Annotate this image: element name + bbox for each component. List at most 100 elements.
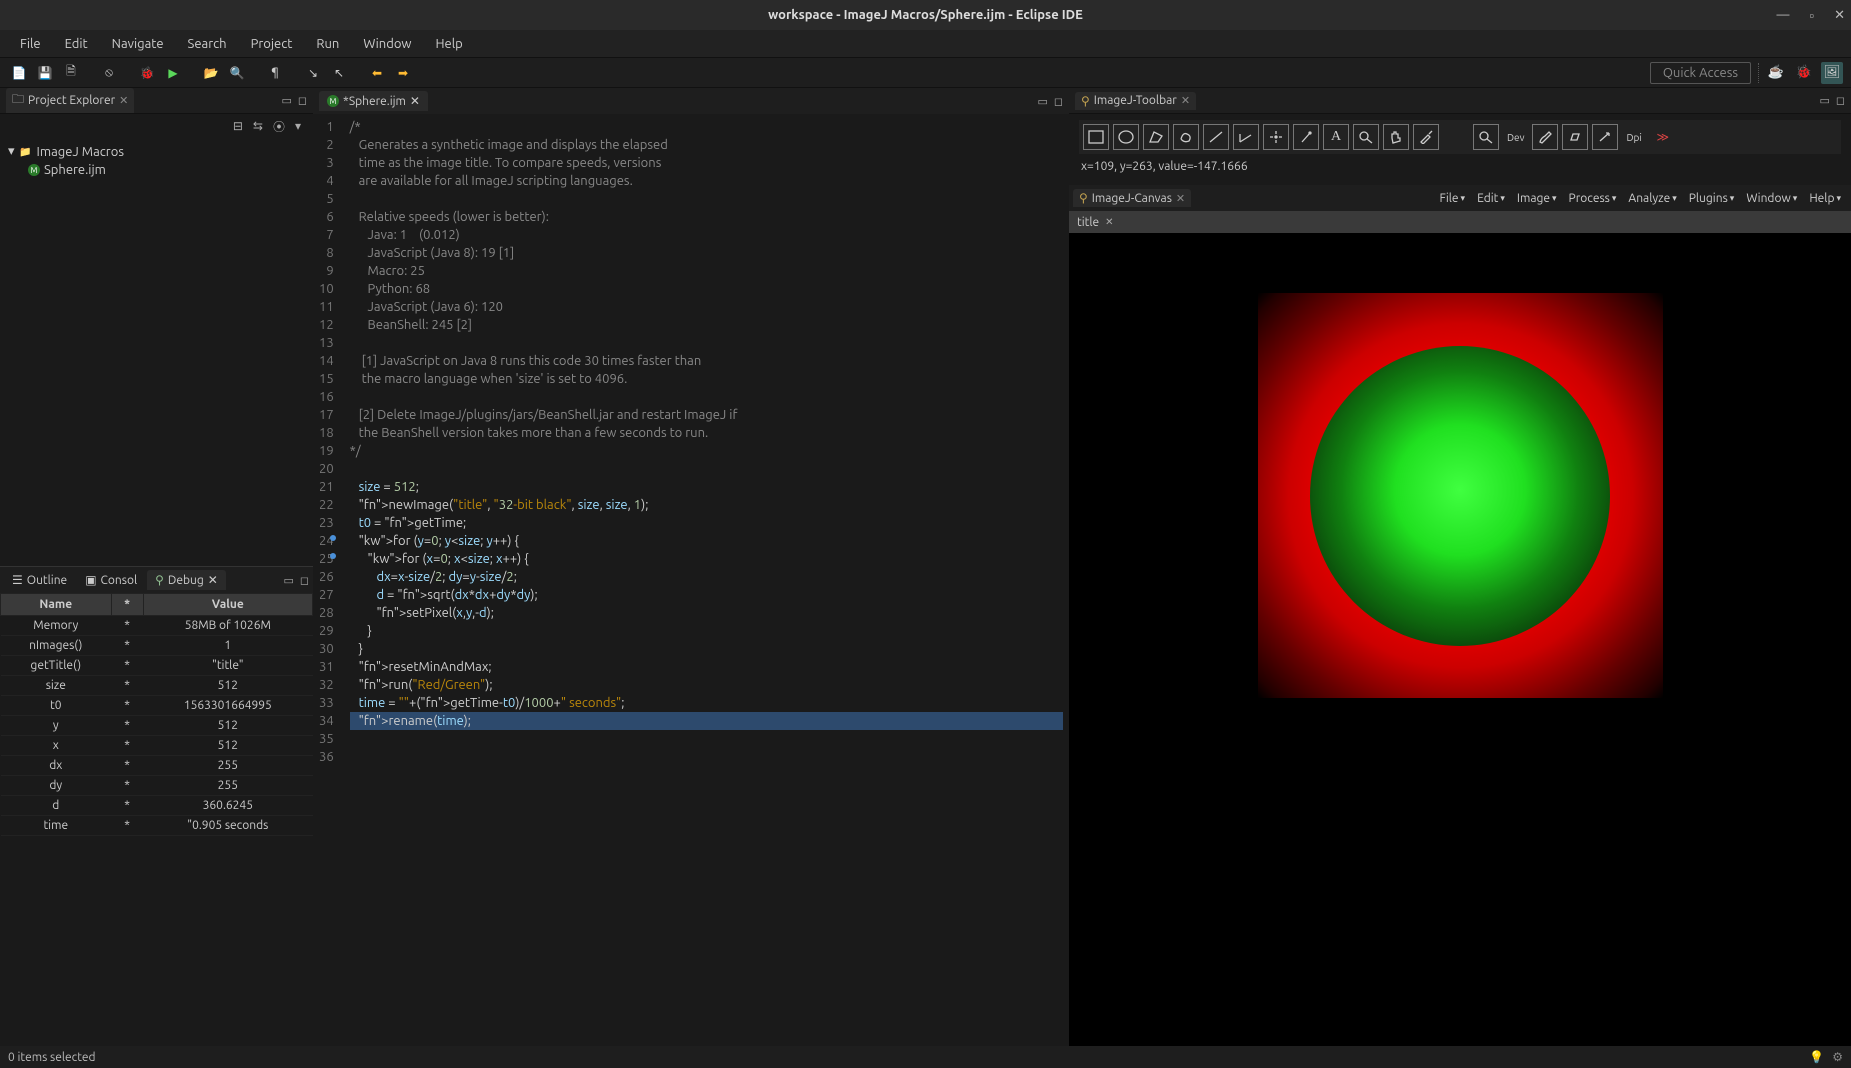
- menu-window[interactable]: Window: [351, 33, 423, 55]
- maximize-view-icon[interactable]: ◻: [1836, 94, 1845, 107]
- polygon-select-tool[interactable]: [1143, 124, 1169, 150]
- table-row[interactable]: y*512: [1, 716, 313, 736]
- brush-tool[interactable]: [1532, 124, 1558, 150]
- perspective-debug[interactable]: 🐞: [1793, 62, 1815, 84]
- maximize-view-icon[interactable]: ◻: [298, 94, 307, 107]
- tree-node-root[interactable]: ▾ 📁 ImageJ Macros: [8, 142, 305, 161]
- toggle-mark-button[interactable]: ¶: [264, 62, 286, 84]
- perspective-java[interactable]: ☕: [1765, 62, 1787, 84]
- forward-button[interactable]: ➡: [392, 62, 414, 84]
- tree-node-file[interactable]: M Sphere.ijm: [8, 161, 305, 179]
- zoom-tool[interactable]: [1353, 124, 1379, 150]
- search-button[interactable]: 🔍: [226, 62, 248, 84]
- focus-icon[interactable]: ⦿: [273, 118, 285, 135]
- table-row[interactable]: d*360.6245: [1, 796, 313, 816]
- table-row[interactable]: dy*255: [1, 776, 313, 796]
- new-button[interactable]: 📄: [8, 62, 30, 84]
- ij-menu-analyze[interactable]: Analyze▾: [1622, 189, 1682, 208]
- ij-menu-process[interactable]: Process▾: [1563, 189, 1623, 208]
- table-row[interactable]: size*512: [1, 676, 313, 696]
- table-row[interactable]: Memory*58MB of 1026M: [1, 616, 313, 636]
- close-icon[interactable]: ✕: [1181, 94, 1190, 107]
- menu-help[interactable]: Help: [424, 33, 475, 55]
- minimize-view-icon[interactable]: ▭: [1037, 95, 1047, 108]
- maximize-button[interactable]: ▫: [1809, 8, 1814, 23]
- line-tool[interactable]: [1203, 124, 1229, 150]
- point-tool[interactable]: [1263, 124, 1289, 150]
- editor-tab-sphere[interactable]: M *Sphere.ijm ✕: [319, 91, 428, 111]
- close-button[interactable]: ✕: [1834, 8, 1845, 23]
- col-value[interactable]: Value: [143, 594, 312, 616]
- minimize-view-icon[interactable]: ▭: [281, 94, 291, 107]
- close-icon[interactable]: ✕: [410, 94, 420, 108]
- close-icon[interactable]: ✕: [119, 94, 128, 107]
- minimize-view-icon[interactable]: ▭: [283, 574, 293, 587]
- rect-select-tool[interactable]: [1083, 124, 1109, 150]
- open-type-button[interactable]: 📂: [200, 62, 222, 84]
- image-canvas[interactable]: [1069, 233, 1851, 1046]
- build-icon[interactable]: ⚙: [1832, 1050, 1843, 1064]
- ij-menu-file[interactable]: File▾: [1434, 189, 1472, 208]
- view-menu-icon[interactable]: ▾: [295, 119, 301, 133]
- menu-run[interactable]: Run: [304, 33, 351, 55]
- prev-annotation-button[interactable]: ↖: [328, 62, 350, 84]
- back-button[interactable]: ⬅: [366, 62, 388, 84]
- tip-icon[interactable]: 💡: [1809, 1050, 1824, 1064]
- ij-menu-image[interactable]: Image▾: [1511, 189, 1563, 208]
- oval-select-tool[interactable]: [1113, 124, 1139, 150]
- tab-debug[interactable]: ⚲Debug✕: [147, 570, 226, 590]
- more-tools[interactable]: ≫: [1650, 124, 1676, 150]
- skip-breakpoints-button[interactable]: ⦸: [98, 62, 120, 84]
- code-area[interactable]: /* Generates a synthetic image and displ…: [344, 114, 1069, 1046]
- collapse-all-icon[interactable]: ⊟: [233, 119, 243, 133]
- table-row[interactable]: getTitle()*"title": [1, 656, 313, 676]
- save-all-button[interactable]: 🗎: [60, 62, 82, 84]
- debug-button[interactable]: 🐞: [136, 62, 158, 84]
- wand-tool[interactable]: [1293, 124, 1319, 150]
- close-icon[interactable]: ✕: [208, 573, 218, 587]
- link-editor-icon[interactable]: ⇆: [253, 119, 263, 133]
- tab-console[interactable]: ▣Consol: [77, 570, 145, 590]
- save-button[interactable]: 💾: [34, 62, 56, 84]
- ij-menu-window[interactable]: Window▾: [1740, 189, 1803, 208]
- flood-tool[interactable]: [1562, 124, 1588, 150]
- ij-menu-help[interactable]: Help▾: [1803, 189, 1847, 208]
- table-row[interactable]: nImages()*1: [1, 636, 313, 656]
- dpi-tool[interactable]: Dpi: [1622, 124, 1645, 150]
- menu-navigate[interactable]: Navigate: [100, 33, 176, 55]
- text-tool[interactable]: A: [1323, 124, 1349, 150]
- imagej-toolbar-tab[interactable]: ⚲ ImageJ-Toolbar ✕: [1075, 92, 1196, 110]
- minimize-view-icon[interactable]: ▭: [1819, 94, 1829, 107]
- close-icon[interactable]: ✕: [1105, 216, 1113, 228]
- close-icon[interactable]: ✕: [1176, 192, 1185, 205]
- menu-edit[interactable]: Edit: [53, 33, 100, 55]
- col-name[interactable]: Name: [1, 594, 112, 616]
- col-star[interactable]: *: [111, 594, 143, 616]
- ij-menu-edit[interactable]: Edit▾: [1471, 189, 1511, 208]
- dev-tool[interactable]: Dev: [1503, 124, 1528, 150]
- canvas-tab-label[interactable]: title: [1077, 216, 1099, 229]
- tab-outline[interactable]: ☰Outline: [4, 570, 75, 590]
- maximize-view-icon[interactable]: ◻: [1054, 95, 1063, 108]
- freehand-select-tool[interactable]: [1173, 124, 1199, 150]
- project-explorer[interactable]: ▾ 📁 ImageJ Macros M Sphere.ijm: [0, 138, 313, 566]
- color-picker-tool[interactable]: [1413, 124, 1439, 150]
- run-button[interactable]: ▶: [162, 62, 184, 84]
- perspective-imagej[interactable]: 🖼: [1821, 62, 1843, 84]
- menu-search[interactable]: Search: [176, 33, 239, 55]
- quick-access[interactable]: Quick Access: [1650, 62, 1751, 84]
- magnify-tool[interactable]: [1473, 124, 1499, 150]
- table-row[interactable]: dx*255: [1, 756, 313, 776]
- code-editor[interactable]: 1234567891011121314151617181920212223242…: [313, 114, 1069, 1046]
- menu-file[interactable]: File: [8, 33, 53, 55]
- maximize-view-icon[interactable]: ◻: [300, 574, 309, 587]
- menu-project[interactable]: Project: [239, 33, 305, 55]
- next-annotation-button[interactable]: ↘: [302, 62, 324, 84]
- minimize-button[interactable]: —: [1777, 8, 1790, 23]
- expand-icon[interactable]: ▾: [8, 144, 15, 159]
- table-row[interactable]: time*"0.905 seconds: [1, 816, 313, 836]
- variables-table[interactable]: Name * Value Memory*58MB of 1026MnImages…: [0, 593, 313, 1046]
- hand-tool[interactable]: [1383, 124, 1409, 150]
- project-explorer-tab[interactable]: 🗀 Project Explorer ✕: [6, 88, 134, 113]
- angle-tool[interactable]: [1233, 124, 1259, 150]
